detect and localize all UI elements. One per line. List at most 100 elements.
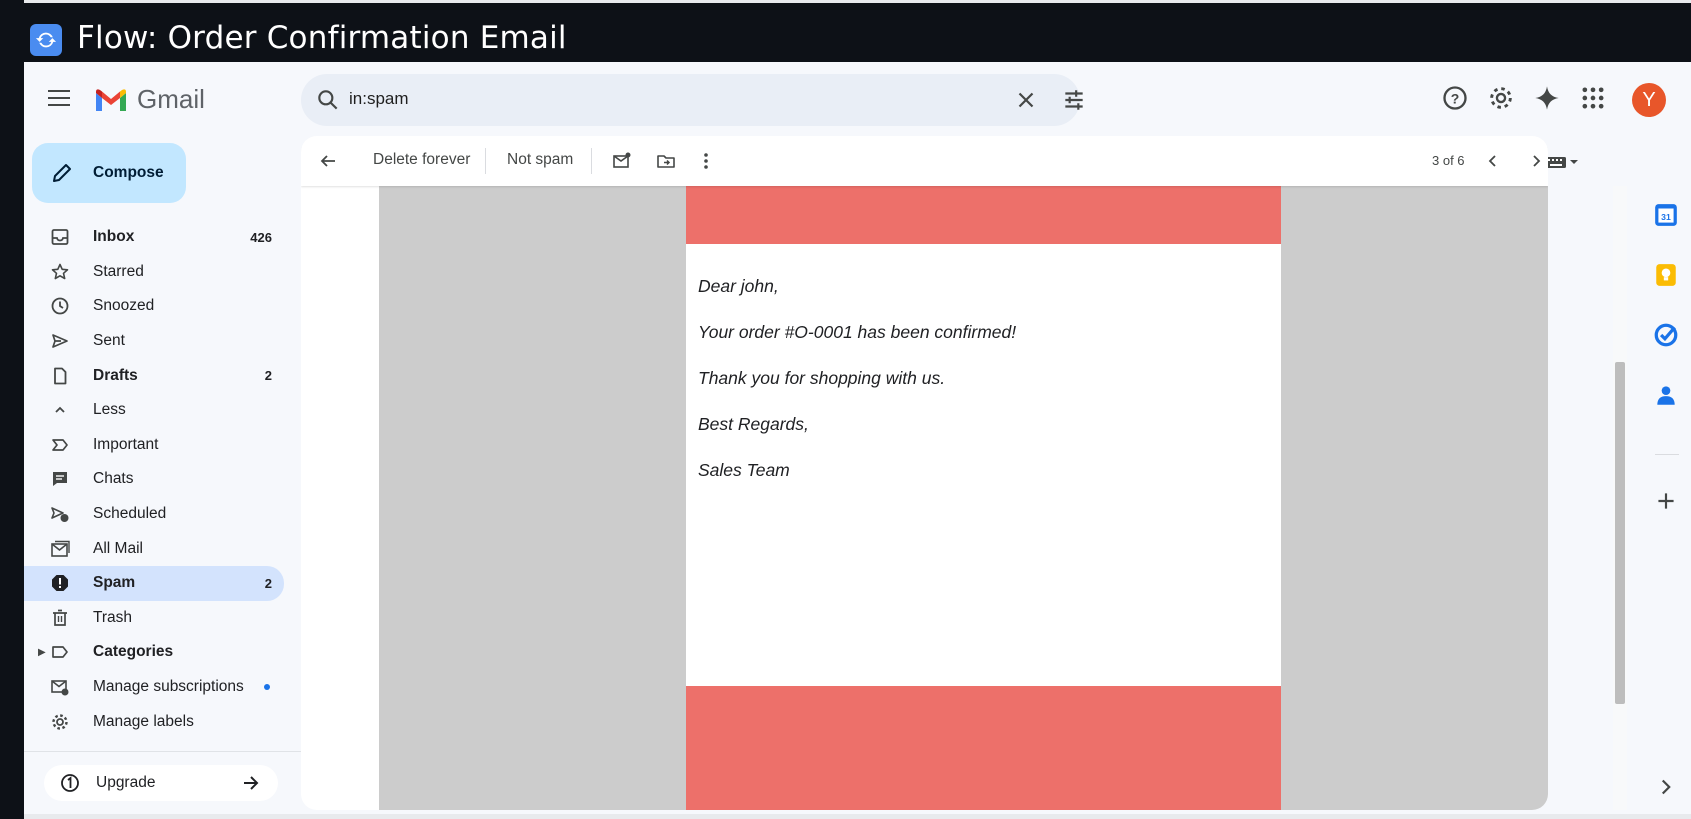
back-arrow-icon[interactable] [317, 150, 339, 172]
sidebar-item-chats[interactable]: Chats [24, 462, 284, 497]
scrollbar-thumb[interactable] [1615, 362, 1625, 704]
show-side-panel-chevron-icon[interactable] [1653, 774, 1679, 800]
clock-icon [51, 298, 69, 315]
sidebar-item-all-mail[interactable]: All Mail [24, 531, 284, 566]
label-icon [52, 646, 68, 659]
sidebar-item-label: Manage labels [93, 712, 194, 730]
settings-gear-icon[interactable] [1487, 84, 1515, 112]
window-title-bar: Flow: Order Confirmation Email [0, 0, 1691, 62]
sidebar-item-scheduled[interactable]: Scheduled [24, 497, 284, 532]
clear-search-icon[interactable] [1013, 87, 1039, 113]
gemini-sparkle-icon[interactable] [1533, 84, 1561, 112]
gmail-logo-icon[interactable] [94, 87, 128, 113]
mark-unread-icon[interactable] [611, 150, 633, 172]
svg-text:?: ? [1451, 90, 1460, 106]
email-greeting: Dear john, [698, 276, 779, 296]
draft-count: 2 [264, 368, 272, 384]
sidebar-item-categories[interactable]: ▶ Categories [24, 635, 284, 670]
sidebar-item-label: Trash [93, 608, 133, 626]
arrow-right-icon [244, 776, 259, 790]
sidebar-item-label: Scheduled [93, 505, 167, 523]
sidebar-item-label: Sent [93, 332, 125, 350]
search-options-icon[interactable] [1061, 87, 1087, 113]
account-avatar[interactable]: Y [1632, 83, 1666, 117]
gmail-logo-text[interactable]: Gmail [137, 84, 205, 115]
sidebar-item-label: Spam [93, 574, 136, 592]
sidebar-item-label: Snoozed [93, 297, 155, 315]
chevron-right-icon[interactable] [1525, 150, 1547, 172]
toolbar-separator [591, 148, 592, 174]
message-pane: Delete forever Not spam 3 of 6 Dear john… [301, 136, 1548, 810]
delete-forever-button[interactable]: Delete forever [373, 151, 470, 169]
sidebar-item-label: Manage subscriptions [93, 678, 244, 696]
not-spam-button[interactable]: Not spam [507, 151, 573, 169]
email-card: Dear john, Your order #O-0001 has been c… [686, 186, 1281, 810]
more-options-icon[interactable] [695, 150, 717, 172]
compose-label: Compose [93, 164, 164, 181]
sidebar-item-label: Chats [93, 470, 134, 488]
email-order-line: Your order #O-0001 has been confirmed! [698, 322, 1017, 342]
scheduled-send-icon [51, 507, 69, 523]
sidebar-item-spam[interactable]: Spam 2 [24, 565, 284, 601]
email-signature: Sales Team [698, 460, 790, 480]
search-bar[interactable]: in:spam [301, 74, 1083, 126]
sidebar-item-manage-subscriptions[interactable]: Manage subscriptions [24, 670, 284, 705]
compose-button[interactable]: Compose [32, 143, 186, 203]
sidebar-item-label: Less [93, 401, 126, 419]
sidebar-item-label: Categories [93, 643, 174, 661]
message-toolbar: Delete forever Not spam 3 of 6 [301, 136, 1548, 186]
sidebar-item-less[interactable]: Less [24, 393, 284, 428]
sidebar-item-label: Drafts [93, 366, 138, 384]
email-footer-band [686, 686, 1281, 810]
add-plus-icon[interactable] [1653, 488, 1679, 514]
pagination-count: 3 of 6 [1432, 153, 1465, 168]
calendar-icon[interactable]: 31 [1653, 202, 1679, 228]
apps-grid-icon[interactable] [1579, 84, 1607, 112]
sidebar-item-snoozed[interactable]: Snoozed [24, 289, 284, 324]
move-to-icon[interactable] [655, 150, 677, 172]
sidebar-item-label: All Mail [93, 539, 143, 557]
settings-icon [52, 713, 68, 730]
chevron-left-icon[interactable] [1482, 150, 1504, 172]
keep-notes-icon[interactable] [1653, 262, 1679, 288]
spam-icon [52, 575, 68, 592]
input-tools-keyboard-icon[interactable] [1545, 150, 1581, 174]
window-title: Flow: Order Confirmation Email [77, 20, 567, 56]
upgrade-label: Upgrade [96, 774, 156, 791]
sidebar-item-trash[interactable]: Trash [24, 601, 284, 636]
expand-caret-icon[interactable]: ▶ [38, 647, 46, 658]
chevron-up-icon [55, 406, 65, 413]
sidebar-item-important[interactable]: Important [24, 428, 284, 463]
send-icon [52, 334, 68, 348]
sidebar-item-manage-labels[interactable]: Manage labels [24, 704, 284, 739]
pencil-icon [53, 164, 71, 182]
side-panel-divider [1655, 454, 1679, 455]
sidebar-item-label: Starred [93, 262, 144, 280]
tasks-icon[interactable] [1653, 322, 1679, 348]
toolbar-separator [485, 148, 486, 174]
upgrade-button[interactable]: Upgrade [44, 765, 278, 801]
inbox-icon [51, 229, 69, 246]
sidebar-item-label: Inbox [93, 228, 135, 246]
top-border [24, 0, 1691, 3]
upgrade-icon [61, 774, 79, 792]
sidebar-item-drafts[interactable]: Drafts 2 [24, 358, 284, 393]
bottom-border [24, 814, 1691, 819]
all-mail-icon [51, 540, 70, 557]
main-menu-icon[interactable] [48, 90, 70, 106]
sidebar-nav: Inbox 426 Starred Snoozed Sent Drafts 2 … [24, 220, 284, 739]
search-input[interactable]: in:spam [349, 89, 409, 109]
contacts-icon[interactable] [1653, 382, 1679, 408]
email-header-band [686, 186, 1281, 244]
spam-count: 2 [264, 575, 272, 591]
star-icon [51, 263, 69, 280]
help-icon[interactable]: ? [1441, 84, 1469, 112]
sidebar-item-starred[interactable]: Starred [24, 255, 284, 290]
sidebar-item-sent[interactable]: Sent [24, 324, 284, 359]
email-thanks-line: Thank you for shopping with us. [698, 368, 946, 388]
search-icon[interactable] [315, 87, 341, 113]
draft-icon [54, 367, 67, 385]
trash-icon [53, 609, 67, 626]
gmail-app: Gmail in:spam ? Y Compose Inbox 426 Star… [24, 62, 1691, 814]
sidebar-item-inbox[interactable]: Inbox 426 [24, 220, 284, 255]
